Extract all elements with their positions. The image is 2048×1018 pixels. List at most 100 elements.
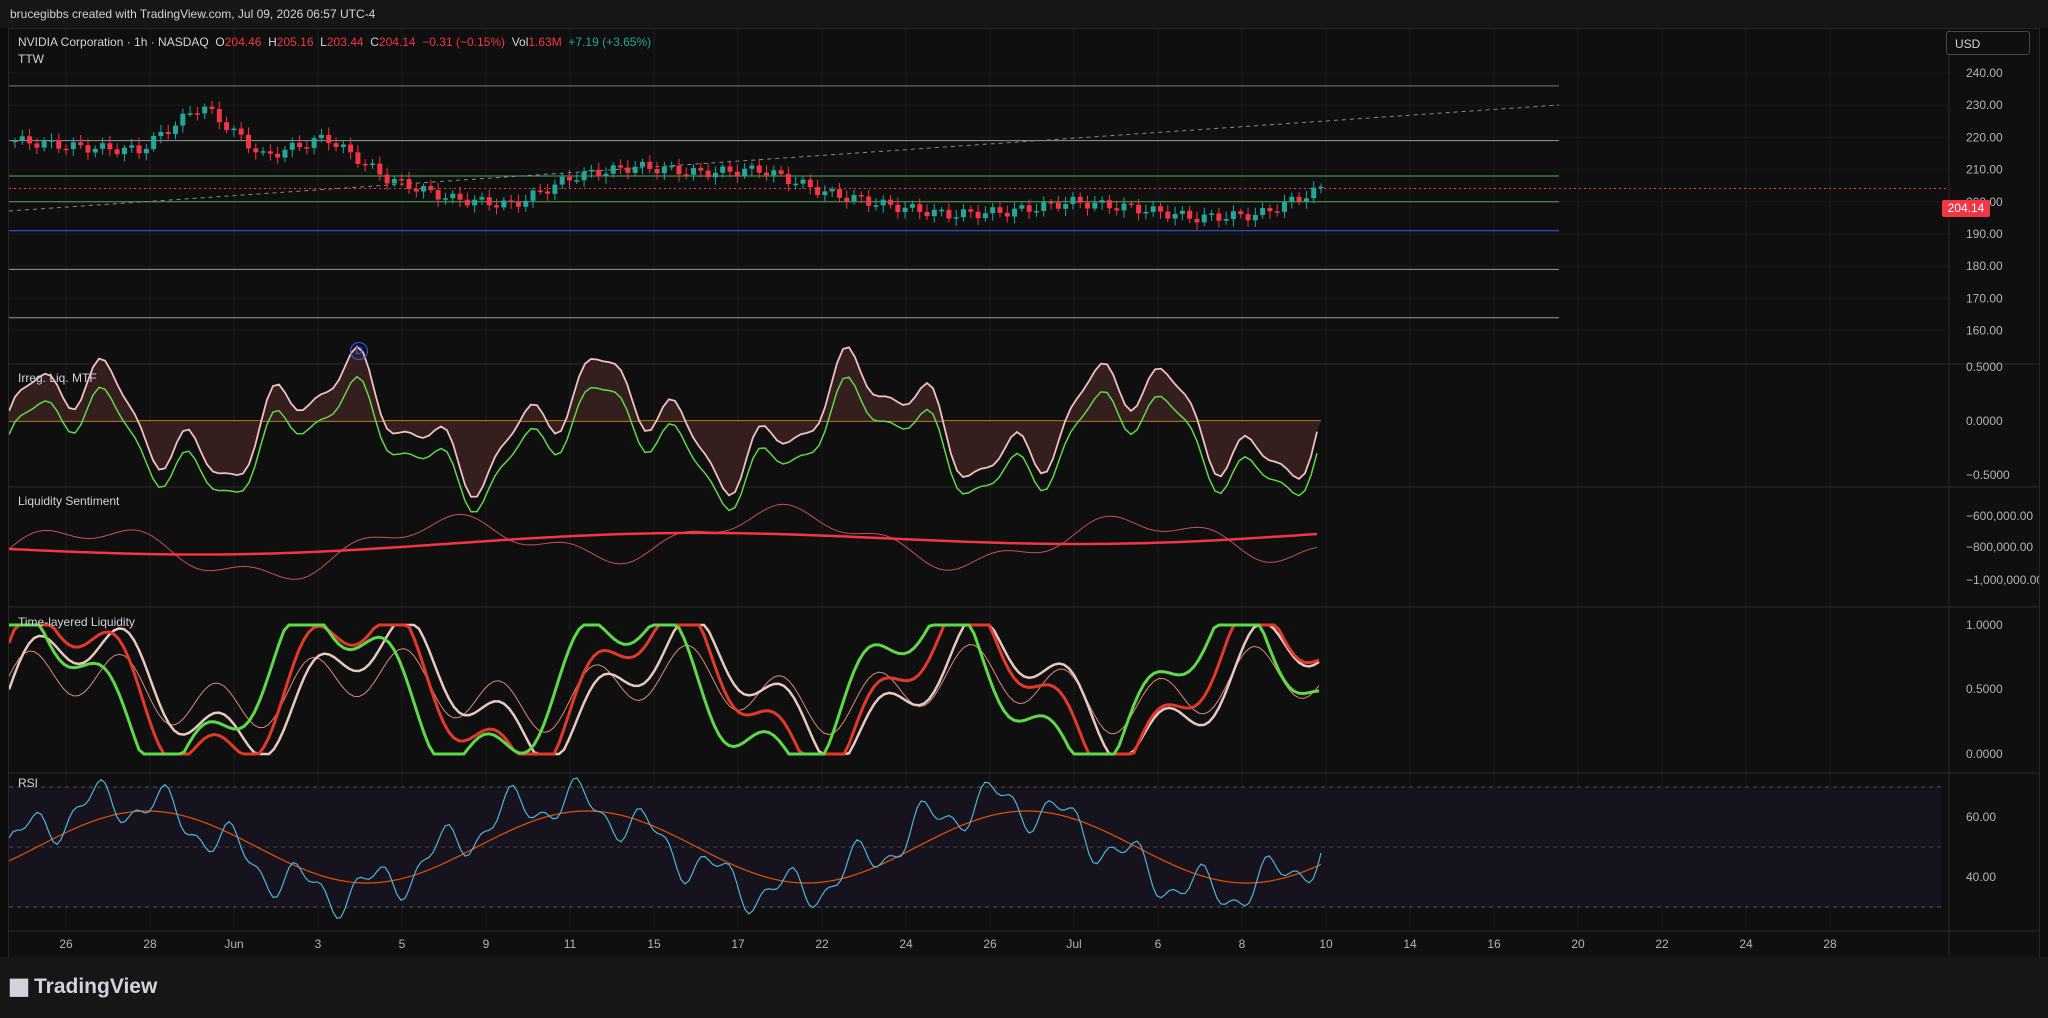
candle-body — [362, 163, 368, 166]
candle-body — [260, 151, 266, 153]
candle-body — [1157, 206, 1163, 212]
candle-body — [990, 207, 996, 214]
candle-body — [1026, 205, 1032, 212]
candle-body — [421, 186, 427, 192]
candle-body — [435, 190, 441, 200]
candle-body — [56, 140, 62, 149]
pane3-line-thin — [8, 644, 1320, 736]
pane-title-irreg-liq[interactable]: Irreg. Liq. MTF — [18, 371, 97, 385]
last-price-tag: 204.14 — [1942, 200, 1990, 217]
pane-title-liquidity-sentiment[interactable]: Liquidity Sentiment — [18, 494, 119, 508]
candle-body — [194, 113, 200, 115]
candle-body — [202, 106, 208, 114]
symbol-legend: NVIDIA Corporation · 1h · NASDAQ O204.46… — [18, 35, 651, 49]
candle-body — [27, 136, 33, 144]
candle-body — [1063, 204, 1069, 209]
tradingview-logo[interactable]: ⬛︎ TradingView — [10, 975, 157, 999]
time-tick-label: 3 — [315, 937, 322, 951]
candle-body — [318, 134, 324, 139]
price-tick-label: 170.00 — [1966, 291, 2003, 305]
candle-body — [231, 128, 237, 131]
currency-button[interactable]: USD — [1946, 31, 2030, 55]
candle-body — [537, 190, 543, 192]
indicator-ttw-title[interactable]: TTW — [18, 52, 44, 66]
candle-body — [909, 204, 915, 208]
candle-body — [442, 198, 448, 200]
candle-body — [727, 166, 733, 172]
time-tick-label: 24 — [899, 937, 913, 951]
candle-body — [676, 165, 682, 175]
candle-body — [691, 167, 697, 175]
time-tick-label: 28 — [1823, 937, 1837, 951]
rsi-tick-label: 60.00 — [1966, 810, 1996, 824]
candle-body — [888, 199, 894, 205]
candle-body — [1055, 202, 1061, 209]
time-tick-label: Jul — [1066, 937, 1081, 951]
candle-body — [1019, 205, 1025, 209]
candle-body — [829, 189, 835, 192]
candle-body — [618, 165, 624, 168]
candle-body — [19, 136, 25, 141]
pane-title-rsi[interactable]: RSI — [18, 776, 38, 790]
candle-body — [406, 179, 412, 190]
candle-body — [479, 197, 485, 200]
candle-body — [311, 138, 317, 148]
candle-body — [939, 209, 945, 212]
candle-body — [1289, 196, 1295, 202]
candle-body — [1238, 211, 1244, 215]
candle-body — [866, 196, 872, 206]
candle-body — [180, 113, 186, 126]
candle-body — [968, 209, 974, 212]
candle-body — [1048, 202, 1054, 204]
open-value: 204.46 — [224, 35, 262, 49]
candle-body — [1311, 187, 1317, 199]
candle-body — [873, 205, 879, 207]
candle-body — [1318, 186, 1324, 189]
time-tick-label: 26 — [59, 937, 73, 951]
candle-body — [793, 183, 799, 186]
close-value: 204.14 — [378, 35, 416, 49]
candle-body — [355, 152, 361, 164]
candle-body — [391, 179, 397, 184]
rsi-tick-label: 40.00 — [1966, 870, 1996, 884]
symbol-name[interactable]: NVIDIA Corporation · 1h · NASDAQ — [18, 35, 209, 49]
pane2-oscillator — [8, 503, 1318, 580]
pane1-area — [9, 346, 1321, 497]
candle-body — [982, 213, 988, 219]
candle-body — [151, 135, 157, 149]
candle-body — [143, 148, 149, 154]
candle-body — [457, 193, 463, 200]
pane-title-time-layered[interactable]: Time-layered Liquidity — [18, 615, 135, 629]
candle-body — [1085, 202, 1091, 209]
candle-body — [1092, 202, 1098, 209]
candle-body — [1194, 218, 1200, 223]
candle-body — [12, 140, 18, 143]
candle-body — [1121, 203, 1127, 211]
candle-body — [450, 193, 456, 199]
candle-body — [917, 204, 923, 212]
candle-body — [1245, 214, 1251, 221]
open-label: O — [215, 35, 225, 49]
time-tick-label: 26 — [983, 937, 997, 951]
candle-body — [1296, 196, 1302, 202]
candle-body — [712, 172, 718, 178]
candle-body — [384, 174, 390, 184]
candle-body — [1136, 204, 1142, 214]
time-tick-label: 17 — [731, 937, 745, 951]
candle-body — [807, 179, 813, 188]
candle-body — [858, 195, 864, 197]
candle-body — [428, 186, 434, 191]
time-tick-label: 28 — [143, 937, 157, 951]
price-tick-label: 210.00 — [1966, 163, 2003, 177]
candle-body — [552, 184, 558, 194]
candle-body — [1252, 214, 1258, 221]
volume-label: Vol — [511, 35, 529, 49]
time-tick-label: 24 — [1739, 937, 1753, 951]
price-tick-label: 160.00 — [1966, 324, 2003, 338]
candle-body — [610, 165, 616, 174]
chart-area[interactable]: 240.00230.00220.00210.00200.00190.00180.… — [7, 28, 2043, 959]
pane3-tick-label: 1.0000 — [1966, 618, 2003, 632]
chart-canvas[interactable]: 240.00230.00220.00210.00200.00190.00180.… — [7, 29, 2043, 958]
dividend-event-marker[interactable]: D — [350, 342, 368, 360]
candle-body — [70, 142, 76, 150]
